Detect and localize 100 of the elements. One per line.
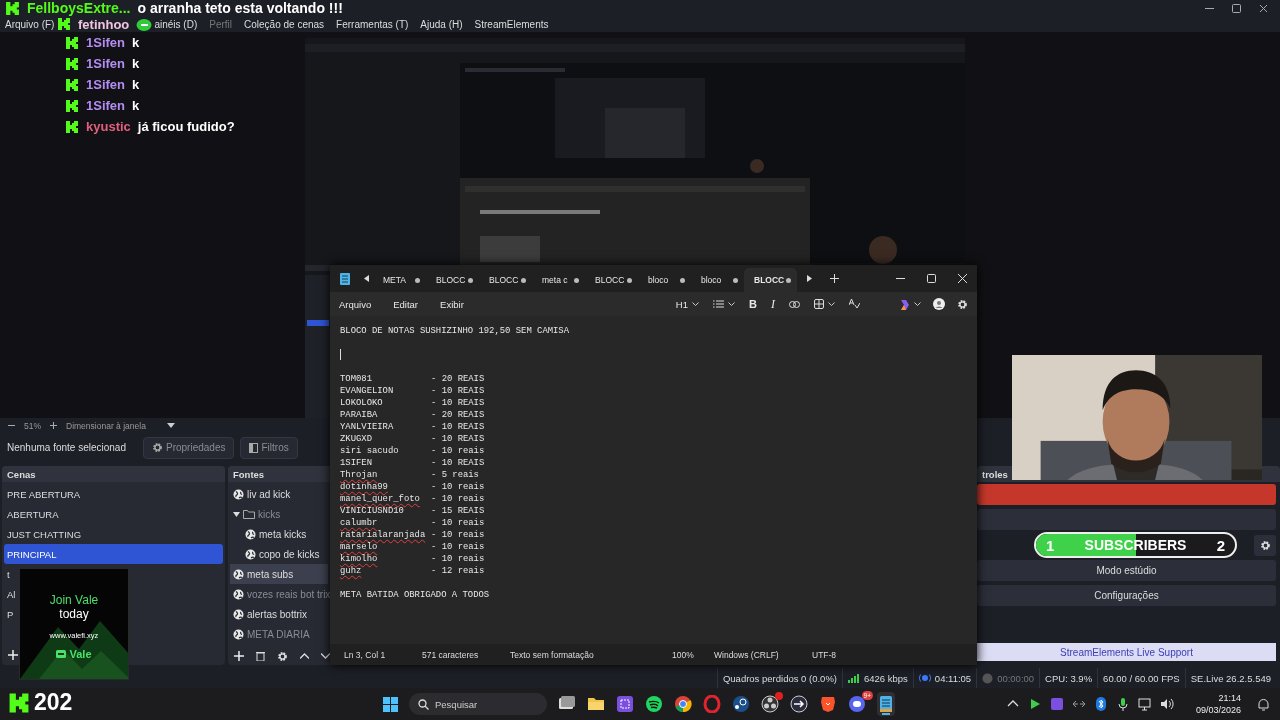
bluetooth-icon[interactable] <box>1093 697 1108 711</box>
control-button[interactable]: Configurações <box>977 585 1276 606</box>
folder-icon[interactable] <box>587 695 605 713</box>
chat-app-icon[interactable] <box>848 695 866 713</box>
new-tab-icon[interactable] <box>830 274 839 283</box>
chat-message: k <box>132 56 140 71</box>
disc-icon[interactable] <box>732 695 750 713</box>
chat-username: FellboysExtre... <box>27 0 131 16</box>
donor-name: guhz <box>340 566 362 576</box>
arrow-circle-icon[interactable] <box>790 695 808 713</box>
scroll-left-icon[interactable] <box>364 275 369 282</box>
document-tab[interactable]: META <box>373 268 426 292</box>
dropdown-caret-icon <box>914 302 921 306</box>
microphone-icon[interactable] <box>1115 697 1130 711</box>
source-item[interactable]: META DIARIA <box>230 624 328 644</box>
list-icon[interactable] <box>712 300 724 308</box>
move-up-icon[interactable] <box>300 653 309 659</box>
document-tab[interactable]: bloco <box>691 268 744 292</box>
assistant-icon[interactable] <box>899 298 910 310</box>
support-button[interactable]: StreamElements Live Support <box>977 643 1276 661</box>
oval-ring-icon[interactable] <box>703 695 721 713</box>
notification-icon[interactable] <box>1257 697 1270 711</box>
globe-icon <box>245 528 256 540</box>
control-button[interactable]: Modo estúdio <box>977 560 1276 581</box>
logo-icon <box>65 56 79 71</box>
source-item[interactable]: vozes reais bot trix <box>230 584 328 604</box>
chat-username: 1Sifen <box>86 35 125 50</box>
menu-item[interactable]: Arquivo <box>339 298 372 310</box>
lion-shield-icon[interactable] <box>819 695 837 713</box>
bold-button[interactable]: B <box>748 298 757 310</box>
document-tab[interactable]: bloco <box>638 268 691 292</box>
ring-icon[interactable] <box>674 695 692 713</box>
document-tab[interactable]: BLOCC <box>585 268 638 292</box>
unsaved-dot-icon <box>415 277 420 283</box>
document-tab[interactable]: BLOCC <box>426 268 479 292</box>
globe-icon <box>245 548 256 560</box>
menu-item[interactable]: Editar <box>393 298 419 310</box>
menu-item[interactable]: Arquivo (F) <box>5 18 55 30</box>
text-line: META BATIDA OBRIGADO A TODOS <box>340 589 491 601</box>
zoom-mode[interactable]: Dimensionar à janela <box>66 420 158 431</box>
minus-icon[interactable] <box>8 422 15 429</box>
donation-amount: - 10 reais <box>431 517 485 529</box>
close-icon[interactable] <box>1259 3 1268 13</box>
unsaved-dot-icon <box>733 277 738 283</box>
grid-app-icon[interactable] <box>616 695 634 713</box>
scroll-right-icon[interactable] <box>807 275 812 282</box>
source-item[interactable]: liv ad kick <box>230 484 328 504</box>
volume-icon[interactable] <box>1159 697 1174 711</box>
donor-name: ratarialaranjada <box>340 530 426 540</box>
settings-button[interactable] <box>1254 534 1276 556</box>
scene-item[interactable]: t <box>4 564 13 584</box>
expanded-caret-icon[interactable] <box>233 510 240 518</box>
chat-username: 1Sifen <box>86 98 125 113</box>
source-item[interactable]: kicks <box>230 504 328 524</box>
caret-icon[interactable] <box>167 423 175 428</box>
scene-item[interactable]: ABERTURA <box>4 504 62 524</box>
source-item[interactable]: meta kicks <box>230 524 328 544</box>
spellcheck-icon[interactable] <box>848 299 860 309</box>
menu-item[interactable]: Coleção de cenas <box>244 18 325 30</box>
document-tab[interactable]: BLOCC <box>744 268 797 292</box>
source-item[interactable]: copo de kicks <box>230 544 328 564</box>
status-text: 571 caracteres <box>422 649 480 660</box>
move-down-icon[interactable] <box>321 653 330 659</box>
circle-dots-icon[interactable] <box>761 695 779 713</box>
donation-amount: - 15 REAIS <box>431 505 485 517</box>
donation-amount: - 10 reais <box>431 529 485 541</box>
source-item[interactable]: alertas bottrix <box>230 604 328 624</box>
scene-item[interactable]: JUST CHATTING <box>4 524 85 544</box>
chat-message: k <box>132 98 140 113</box>
network-icon[interactable] <box>1137 697 1152 711</box>
italic-button[interactable]: I <box>770 296 775 312</box>
scene-item[interactable]: P <box>4 604 17 624</box>
avatar-icon[interactable] <box>933 298 945 310</box>
scene-item[interactable]: PRINCIPAL <box>4 544 223 564</box>
menu-item[interactable]: Ajuda (H) <box>420 18 463 30</box>
document-tab[interactable]: meta c <box>532 268 585 292</box>
menu-item[interactable]: ainéis (D) <box>154 18 198 30</box>
logo-icon <box>65 119 79 134</box>
maximize-icon[interactable] <box>1232 3 1241 13</box>
circle-waves-icon[interactable] <box>645 695 663 713</box>
donation-amount: - 10 reais <box>431 541 485 553</box>
source-item[interactable]: meta subs <box>230 564 328 584</box>
heading-style-button[interactable]: H1 <box>675 298 688 310</box>
add-icon[interactable] <box>8 650 18 660</box>
delete-icon[interactable] <box>256 651 265 661</box>
link-icon[interactable] <box>788 300 800 308</box>
panel-title: Cenas <box>7 468 36 480</box>
start-icon[interactable] <box>383 696 398 712</box>
plus-icon[interactable] <box>50 422 57 429</box>
menu-item[interactable]: StreamElements <box>474 18 549 30</box>
menu-item[interactable]: Exibir <box>440 298 464 310</box>
scene-item[interactable]: PRE ABERTURA <box>4 484 84 504</box>
notepad-icon[interactable] <box>877 695 895 713</box>
document-tab[interactable]: BLOCC <box>479 268 532 292</box>
donor-name: VINICIUSND10 <box>340 506 404 516</box>
scene-item[interactable]: Al <box>4 584 19 604</box>
add-icon[interactable] <box>234 651 244 661</box>
menu-item[interactable]: Ferramentas (T) <box>336 18 409 30</box>
search-field[interactable]: Pesquisar <box>409 693 547 715</box>
table-icon[interactable] <box>813 299 824 309</box>
